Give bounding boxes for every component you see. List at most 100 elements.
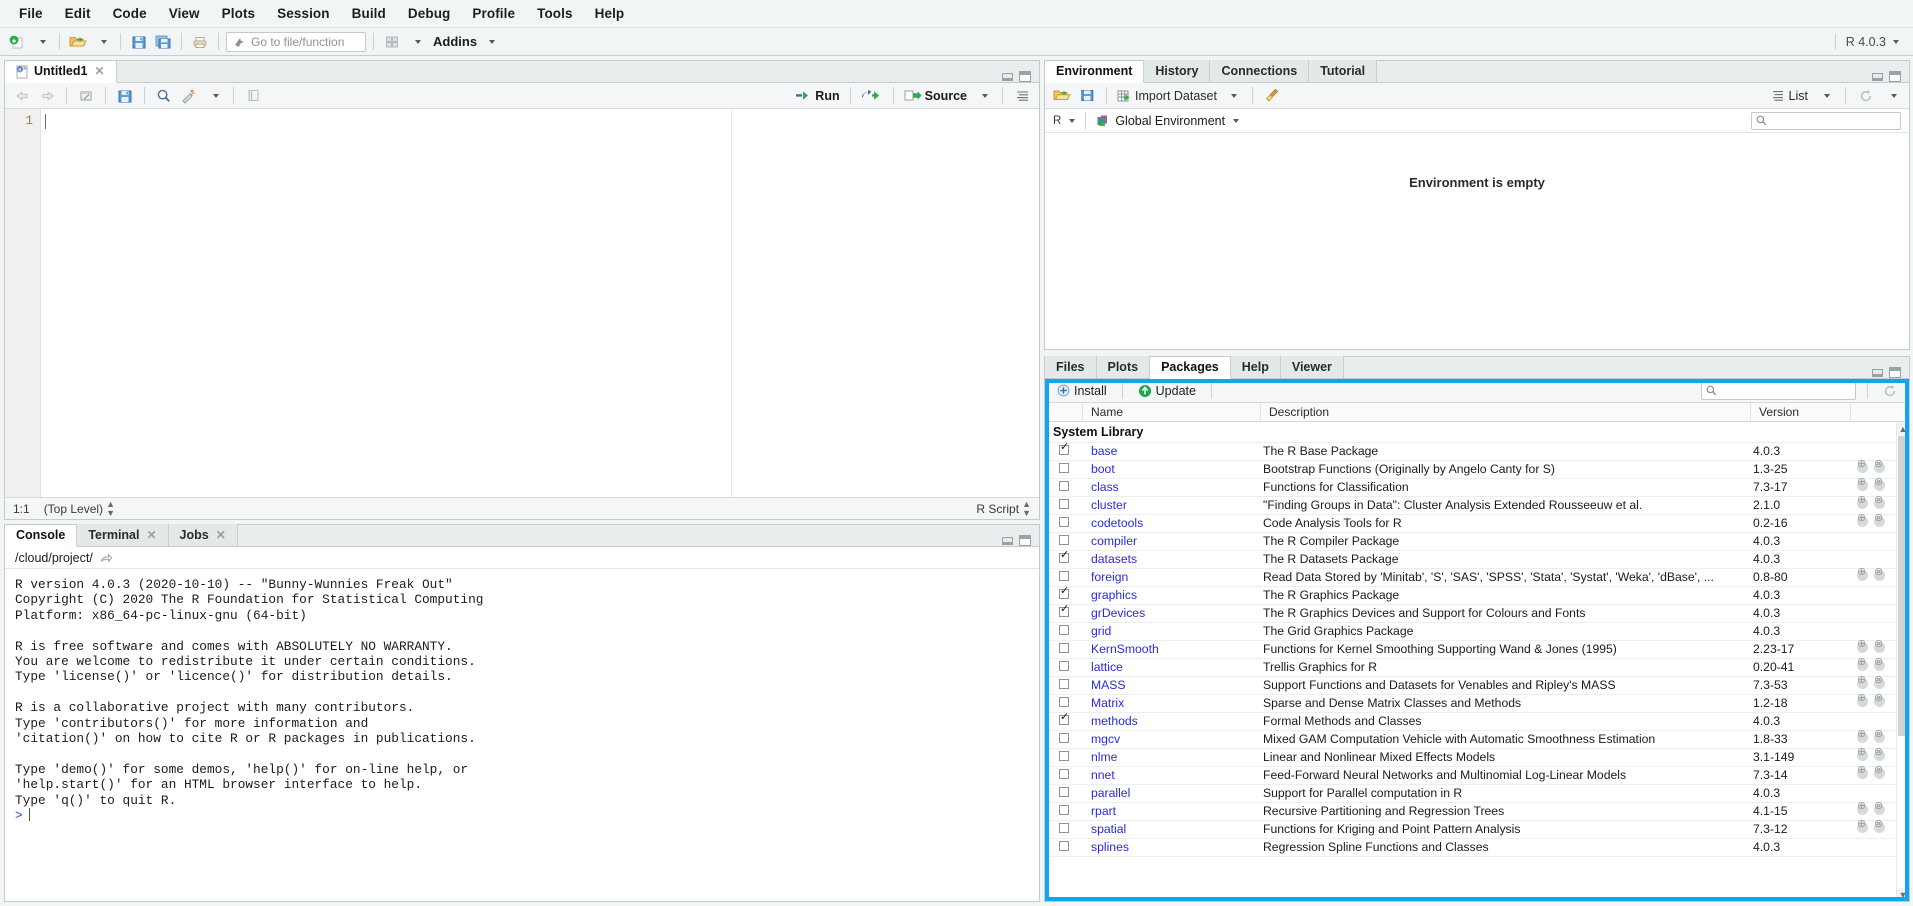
package-row[interactable]: foreign Read Data Stored by 'Minitab', 'S… xyxy=(1045,567,1909,587)
scrollbar-thumb[interactable] xyxy=(1898,436,1909,736)
back-button[interactable] xyxy=(11,85,33,107)
browse-package-icon[interactable] xyxy=(1857,513,1868,527)
source-tab-untitled1[interactable]: R Untitled1 ✕ xyxy=(5,61,117,83)
import-dataset-dropdown[interactable] xyxy=(1222,85,1244,107)
menu-item-debug[interactable]: Debug xyxy=(397,3,462,24)
package-name-link[interactable]: nlme xyxy=(1083,749,1261,766)
packages-refresh-button[interactable] xyxy=(1879,380,1901,402)
minimize-icon[interactable] xyxy=(1872,72,1883,81)
compile-report-button[interactable] xyxy=(242,85,264,107)
package-row[interactable]: Matrix Sparse and Dense Matrix Classes an… xyxy=(1045,693,1909,713)
remove-package-icon[interactable] xyxy=(1874,513,1885,527)
package-name-link[interactable]: grid xyxy=(1083,623,1261,640)
remove-package-icon[interactable] xyxy=(1874,765,1885,779)
menu-item-file[interactable]: File xyxy=(8,3,54,24)
scroll-up-icon[interactable]: ▲ xyxy=(1897,422,1909,435)
addins-label[interactable]: Addins xyxy=(433,34,477,49)
package-name-link[interactable]: mgcv xyxy=(1083,731,1261,748)
print-button[interactable] xyxy=(189,31,211,53)
refresh-button[interactable] xyxy=(1855,85,1877,107)
package-name-link[interactable]: methods xyxy=(1083,713,1261,730)
source-save-button[interactable] xyxy=(114,85,136,107)
package-name-link[interactable]: grDevices xyxy=(1083,605,1261,622)
package-load-checkbox[interactable] xyxy=(1045,659,1083,671)
browse-package-icon[interactable] xyxy=(1857,729,1868,743)
package-row[interactable]: nlme Linear and Nonlinear Mixed Effects M… xyxy=(1045,747,1909,767)
tab-packages[interactable]: Packages xyxy=(1150,357,1231,379)
package-row[interactable]: codetools Code Analysis Tools for R 0.2-16 xyxy=(1045,513,1909,533)
package-row[interactable]: lattice Trellis Graphics for R 0.20-41 xyxy=(1045,657,1909,677)
package-name-link[interactable]: spatial xyxy=(1083,821,1261,838)
show-in-new-window-button[interactable] xyxy=(75,85,97,107)
save-workspace-button[interactable] xyxy=(1076,85,1098,107)
package-load-checkbox[interactable] xyxy=(1045,731,1083,743)
browse-package-icon[interactable] xyxy=(1857,639,1868,653)
package-row[interactable]: nnet Feed-Forward Neural Networks and Mul… xyxy=(1045,765,1909,785)
scroll-down-icon[interactable]: ▼ xyxy=(1897,888,1909,901)
workspace-panes-dropdown[interactable] xyxy=(405,31,427,53)
tab-connections[interactable]: Connections xyxy=(1210,60,1310,82)
save-button[interactable] xyxy=(128,31,150,53)
maximize-icon[interactable] xyxy=(1019,535,1031,546)
package-load-checkbox[interactable] xyxy=(1045,803,1083,815)
remove-package-icon[interactable] xyxy=(1874,477,1885,491)
menu-item-profile[interactable]: Profile xyxy=(461,3,526,24)
environment-search-input[interactable] xyxy=(1751,111,1901,130)
open-file-dropdown[interactable] xyxy=(91,31,113,53)
tab-plots[interactable]: Plots xyxy=(1096,356,1151,378)
menu-item-code[interactable]: Code xyxy=(102,3,158,24)
package-load-checkbox[interactable] xyxy=(1045,461,1083,473)
addins-dropdown[interactable] xyxy=(479,31,501,53)
browse-package-icon[interactable] xyxy=(1857,477,1868,491)
rerun-button[interactable] xyxy=(859,85,885,107)
tab-tutorial[interactable]: Tutorial xyxy=(1309,60,1378,82)
package-row[interactable]: cluster "Finding Groups in Data": Cluster… xyxy=(1045,495,1909,515)
tab-history[interactable]: History xyxy=(1144,60,1211,82)
open-file-button[interactable] xyxy=(67,31,89,53)
maximize-icon[interactable] xyxy=(1889,71,1901,82)
package-load-checkbox[interactable] xyxy=(1045,641,1083,653)
remove-package-icon[interactable] xyxy=(1874,747,1885,761)
column-header-version[interactable]: Version xyxy=(1751,402,1851,422)
tab-terminal[interactable]: Terminal ✕ xyxy=(77,524,169,546)
package-row[interactable]: grDevicesThe R Graphics Devices and Supp… xyxy=(1045,604,1909,623)
tab-environment[interactable]: Environment xyxy=(1045,61,1145,83)
workspace-panes-button[interactable] xyxy=(381,31,403,53)
tab-help[interactable]: Help xyxy=(1230,356,1281,378)
remove-package-icon[interactable] xyxy=(1874,657,1885,671)
maximize-icon[interactable] xyxy=(1019,71,1031,82)
global-environment-label[interactable]: Global Environment xyxy=(1115,114,1225,128)
package-load-checkbox[interactable] xyxy=(1045,479,1083,491)
package-row[interactable]: graphicsThe R Graphics Package 4.0.3 xyxy=(1045,586,1909,605)
browse-package-icon[interactable] xyxy=(1857,801,1868,815)
browse-package-icon[interactable] xyxy=(1857,657,1868,671)
package-name-link[interactable]: rpart xyxy=(1083,803,1261,820)
code-tools-dropdown[interactable] xyxy=(203,85,225,107)
package-row[interactable]: baseThe R Base Package 4.0.3 xyxy=(1045,442,1909,461)
source-dropdown[interactable] xyxy=(972,85,994,107)
package-name-link[interactable]: cluster xyxy=(1083,497,1261,514)
browse-package-icon[interactable] xyxy=(1857,495,1868,509)
remove-package-icon[interactable] xyxy=(1874,675,1885,689)
code-tools-button[interactable] xyxy=(178,85,200,107)
package-name-link[interactable]: nnet xyxy=(1083,767,1261,784)
new-file-button[interactable] xyxy=(6,31,28,53)
close-icon[interactable]: ✕ xyxy=(146,525,156,546)
menu-item-tools[interactable]: Tools xyxy=(526,3,584,24)
browse-package-icon[interactable] xyxy=(1857,819,1868,833)
package-load-checkbox[interactable] xyxy=(1045,695,1083,707)
package-row[interactable]: splines Regression Spline Functions and C… xyxy=(1045,839,1909,857)
package-row[interactable]: MASS Support Functions and Datasets for V… xyxy=(1045,675,1909,695)
import-dataset-button[interactable]: Import Dataset xyxy=(1115,85,1219,107)
package-name-link[interactable]: KernSmooth xyxy=(1083,641,1261,658)
package-load-checkbox[interactable] xyxy=(1045,677,1083,689)
package-load-checkbox[interactable] xyxy=(1045,839,1083,851)
source-button[interactable]: Source xyxy=(902,85,969,107)
package-name-link[interactable]: compiler xyxy=(1083,533,1261,550)
package-load-checkbox[interactable] xyxy=(1045,749,1083,761)
package-name-link[interactable]: datasets xyxy=(1083,551,1261,568)
tab-jobs[interactable]: Jobs ✕ xyxy=(168,524,238,546)
remove-package-icon[interactable] xyxy=(1874,459,1885,473)
goto-file-function-input[interactable]: Go to file/function xyxy=(226,31,366,52)
console-output[interactable]: R version 4.0.3 (2020-10-10) -- "Bunny-W… xyxy=(5,569,1039,901)
